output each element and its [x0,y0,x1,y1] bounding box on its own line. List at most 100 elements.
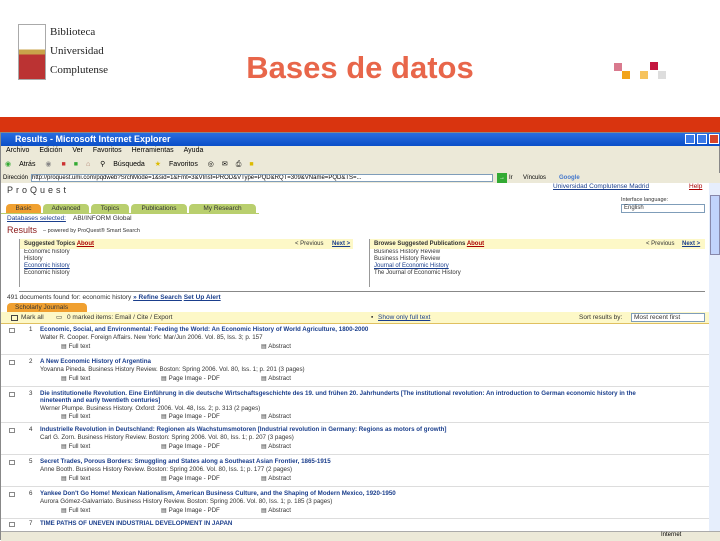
result-option-link[interactable]: ▤ Full text [61,507,90,514]
result-option-link[interactable]: ▤ Page Image - PDF [161,443,220,450]
language-select[interactable]: English [621,204,705,213]
topic-item[interactable]: Economic history [20,270,353,277]
tab-my-research[interactable]: My Research [189,204,256,213]
menu-ver[interactable]: Ver [72,147,83,154]
result-option-link[interactable]: ▤ Full text [61,475,90,482]
result-option-link[interactable]: ▤ Abstract [261,443,291,450]
result-title-link[interactable]: TIME PATHS OF UNEVEN INDUSTRIAL DEVELOPM… [40,520,232,527]
go-icon[interactable]: → [497,173,507,183]
result-title-link[interactable]: A New Economic History of Argentina [40,358,151,365]
result-row: 1 Economic, Social, and Environmental: F… [1,325,709,355]
option-label: Abstract [268,507,291,514]
result-option-link[interactable]: ▤ Abstract [261,507,291,514]
show-full-text-link[interactable]: Show only full text [378,312,430,324]
about-link[interactable]: About [467,241,484,247]
menu-ayuda[interactable]: Ayuda [184,147,204,154]
sort-select[interactable]: Most recent first [631,313,705,322]
maximize-button[interactable] [697,134,707,144]
result-option-link[interactable]: ▤ Page Image - PDF [161,475,220,482]
menu-favoritos[interactable]: Favoritos [93,147,122,154]
menu-edicion[interactable]: Edición [39,147,62,154]
print-icon[interactable]: ⎙ [236,161,242,168]
result-checkbox[interactable] [9,428,15,433]
refine-search-link[interactable]: » Refine Search [133,294,182,301]
result-title-link[interactable]: Secret Trades, Porous Borders: Smuggling… [40,458,331,465]
history-icon[interactable]: ◎ [208,161,214,168]
result-title-link[interactable]: Industrielle Revolution in Deutschland: … [40,426,446,433]
result-option-link[interactable]: ▤ Full text [61,413,90,420]
topic-item[interactable]: History [20,256,353,263]
set-up-alert-link[interactable]: Set Up Alert [184,294,221,301]
result-title-link[interactable]: Die institutionelle Revolution. Eine Ein… [40,390,640,404]
institution-link[interactable]: Universidad Complutense Madrid [553,183,649,190]
result-option-link[interactable]: ▤ Full text [61,443,90,450]
publication-item[interactable]: Business History Review [370,256,705,263]
favorites-icon: ★ [154,161,162,168]
forward-icon[interactable]: ◉ [45,161,51,168]
stop-icon[interactable]: ■ [61,161,65,168]
scrollbar-thumb[interactable] [710,195,720,255]
links-label[interactable]: Vínculos [523,173,546,183]
refresh-icon[interactable]: ■ [74,161,78,168]
favorites-button[interactable]: Favoritos [169,161,198,168]
result-row: 3 Die institutionelle Revolution. Eine E… [1,389,709,423]
logo-line: Biblioteca [50,26,96,38]
minimize-button[interactable] [685,134,695,144]
publication-item[interactable]: Business History Review [370,249,705,256]
result-option-link[interactable]: ▤ Abstract [261,343,291,350]
tab-publications[interactable]: Publications [131,204,187,213]
topic-item[interactable]: Economic history [20,249,353,256]
home-icon[interactable]: ⌂ [86,161,90,168]
publication-item[interactable]: Journal of Economic History [370,263,705,270]
topic-item[interactable]: Economic history [20,263,353,270]
google-toolbar[interactable]: Google [559,173,580,183]
result-option-link[interactable]: ▤ Abstract [261,413,291,420]
address-input[interactable]: http://proquest.umi.com/pqdweb?SrchMode=… [31,174,493,182]
result-option-link[interactable]: ▤ Abstract [261,475,291,482]
close-button[interactable] [709,134,719,144]
menu-archivo[interactable]: Archivo [6,147,29,154]
back-icon[interactable]: ◉ [5,161,11,168]
help-link[interactable]: Help [689,183,702,190]
databases-selected-link[interactable]: Databases selected: [7,215,66,222]
tab-basic[interactable]: Basic [6,204,41,213]
previous-link[interactable]: < Previous [295,239,324,249]
result-checkbox[interactable] [9,392,15,397]
result-option-link[interactable]: ▤ Page Image - PDF [161,413,220,420]
mark-all-checkbox[interactable] [11,315,18,321]
result-title-link[interactable]: Yankee Don't Go Home! Mexican Nationalis… [40,490,396,497]
about-link[interactable]: About [77,241,94,247]
result-option-link[interactable]: ▤ Full text [61,343,90,350]
menu-herramientas[interactable]: Herramientas [132,147,174,154]
option-label: Full text [68,343,91,350]
tab-topics[interactable]: Topics [91,204,129,213]
tab-advanced[interactable]: Advanced [43,204,89,213]
result-option-link[interactable]: ▤ Page Image - PDF [161,375,220,382]
option-label: Page Image - PDF [168,507,220,514]
result-title-link[interactable]: Economic, Social, and Environmental: Fee… [40,326,368,333]
result-option-link[interactable]: ▤ Full text [61,375,90,382]
show-full-text-checkbox[interactable]: ▪ [371,312,373,324]
result-checkbox[interactable] [9,460,15,465]
scholarly-journals-tab[interactable]: Scholarly Journals [7,303,87,312]
result-checkbox[interactable] [9,328,15,333]
vertical-scrollbar[interactable] [709,183,720,531]
marked-items-link[interactable]: 0 marked items: Email / Cite / Export [67,312,172,324]
folder-icon[interactable]: ■ [249,161,253,168]
next-link[interactable]: Next > [682,239,700,249]
result-checkbox[interactable] [9,492,15,497]
mail-icon[interactable]: ✉ [222,161,228,168]
back-button[interactable]: Atrás [19,161,35,168]
option-label: Abstract [268,413,291,420]
result-option-link[interactable]: ▤ Abstract [261,375,291,382]
publication-item[interactable]: The Journal of Economic History [370,270,705,277]
next-link[interactable]: Next > [332,239,350,249]
go-button[interactable]: Ir [509,173,513,183]
search-button[interactable]: Búsqueda [113,161,145,168]
proquest-logo: ProQuest [7,185,70,195]
result-number: 1 [29,326,33,333]
result-checkbox[interactable] [9,522,15,527]
result-checkbox[interactable] [9,360,15,365]
previous-link[interactable]: < Previous [646,239,675,249]
result-option-link[interactable]: ▤ Page Image - PDF [161,507,220,514]
